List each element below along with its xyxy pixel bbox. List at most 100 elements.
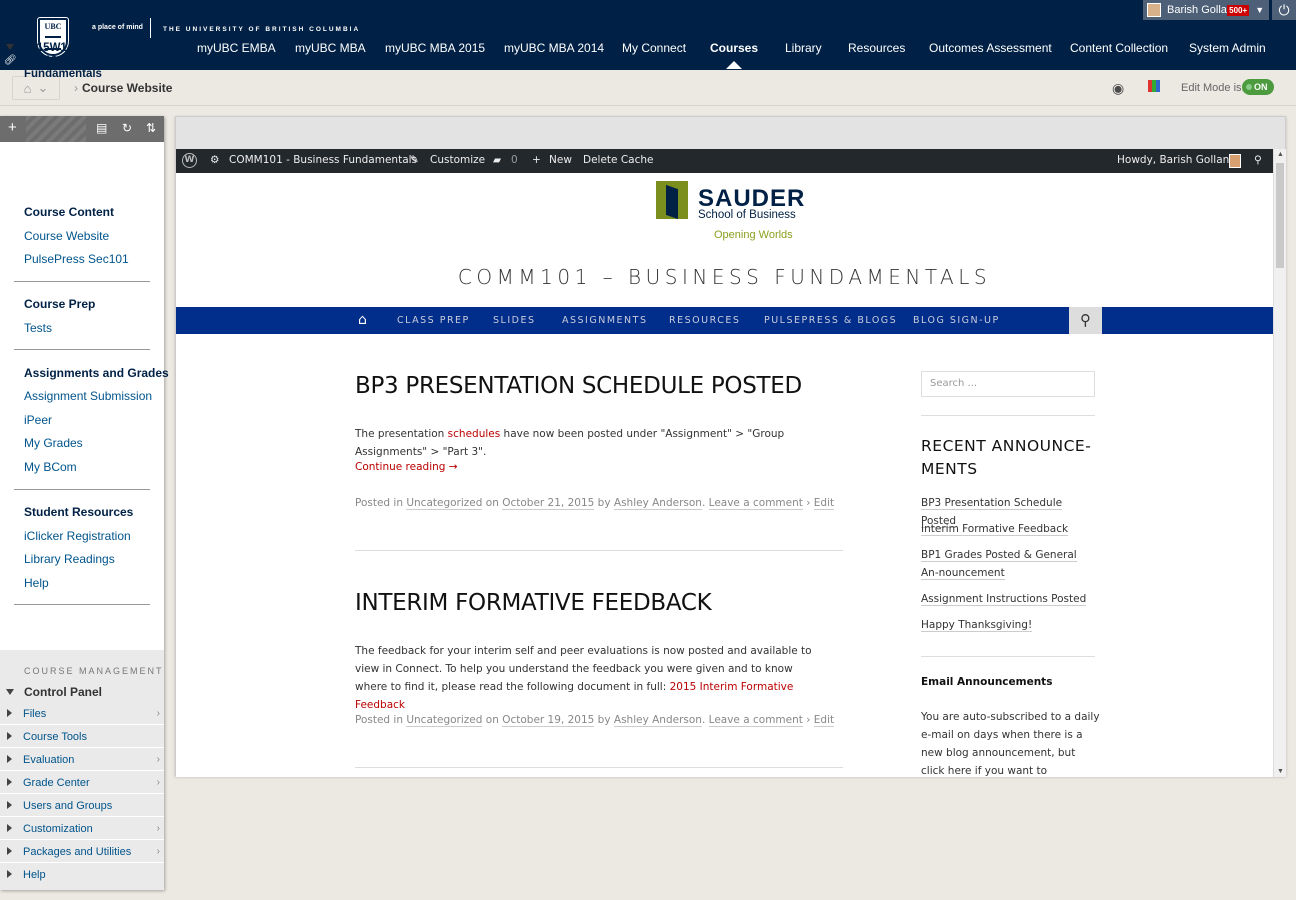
link-icon[interactable]: 🔗︎ <box>4 55 17 66</box>
collapse-arrow-icon[interactable] <box>6 44 14 50</box>
reorder-icon[interactable]: ⇅ <box>146 121 156 135</box>
frame-scrollbar[interactable]: ▲ ▼ <box>1273 149 1286 777</box>
books-icon[interactable] <box>1148 80 1160 92</box>
wp-customize[interactable]: Customize <box>430 154 485 166</box>
leave-comment-link[interactable]: Leave a comment <box>708 497 803 510</box>
nav-myubc-mba[interactable]: myUBC MBA <box>295 41 366 55</box>
site-title[interactable]: COMM101 – BUSINESS FUNDAMENTALS <box>176 265 1273 289</box>
date-link[interactable]: October 21, 2015 <box>502 497 595 510</box>
course-home-icon[interactable]: ⌂ <box>148 41 156 56</box>
wp-site-name[interactable]: COMM101 - Business Fundamentals <box>229 154 417 166</box>
cp-item-evaluation[interactable]: Evaluation › <box>0 749 164 771</box>
scroll-up-icon[interactable]: ▲ <box>1277 151 1284 158</box>
menu-assignments[interactable]: ASSIGNMENTS <box>562 315 647 326</box>
wp-new[interactable]: New <box>549 154 572 166</box>
sidebar-item-my-bcom[interactable]: My BCom <box>24 460 77 474</box>
wordpress-logo-icon[interactable]: W <box>182 153 197 168</box>
sidebar-item-tests[interactable]: Tests <box>24 321 52 335</box>
comment-icon[interactable]: ▰ <box>493 154 501 166</box>
recent-link[interactable]: Happy Thanksgiving! <box>921 616 1096 634</box>
course-title[interactable]: 2015W1-COMM101-Sec101-Business Fundament… <box>24 42 134 81</box>
search-input[interactable]: Search ... <box>921 371 1095 397</box>
chevron-down-icon[interactable]: ▼ <box>1255 5 1264 15</box>
sidebar-item-course-website[interactable]: Course Website <box>24 229 109 243</box>
cp-item-customization[interactable]: Customization › <box>0 818 164 840</box>
notification-badge[interactable]: 500+ <box>1227 4 1250 16</box>
student-preview-icon[interactable]: ◉ <box>1112 80 1124 97</box>
expand-arrow-icon <box>7 801 12 809</box>
sidebar-item-assignment-submission[interactable]: Assignment Submission <box>24 389 152 403</box>
edit-mode-toggle[interactable]: ON <box>1242 79 1274 95</box>
post-meta: Posted in Uncategorized on October 21, 2… <box>355 497 835 510</box>
menu-resources[interactable]: RESOURCES <box>669 315 740 326</box>
sidebar-item-course-content[interactable]: Course Content <box>24 205 114 219</box>
home-icon[interactable]: ⌂ <box>358 312 367 328</box>
scrollbar-thumb[interactable] <box>1276 163 1284 268</box>
email-announcements-text: You are auto-subscribed to a daily e-mai… <box>921 711 1100 777</box>
add-menu-item-icon[interactable]: + <box>8 119 17 136</box>
cp-item-grade-center[interactable]: Grade Center › <box>0 772 164 794</box>
nav-myubc-emba[interactable]: myUBC EMBA <box>197 41 276 55</box>
nav-resources[interactable]: Resources <box>848 41 905 55</box>
category-link[interactable]: Uncategorized <box>406 497 483 510</box>
leave-comment-link[interactable]: Leave a comment <box>708 714 803 727</box>
cp-item-users-groups[interactable]: Users and Groups <box>0 795 164 817</box>
wp-howdy[interactable]: Howdy, Barish Golland <box>1117 154 1236 166</box>
sidebar-item-pulsepress[interactable]: PulsePress Sec101 <box>24 252 129 266</box>
sidebar-item-ipeer[interactable]: iPeer <box>24 413 52 427</box>
scroll-down-icon[interactable]: ▼ <box>1277 768 1284 775</box>
folder-view-icon[interactable]: ▤ <box>96 121 107 135</box>
date-link[interactable]: October 19, 2015 <box>502 714 595 727</box>
cp-item-help[interactable]: Help <box>0 864 164 886</box>
cp-item-course-tools[interactable]: Course Tools <box>0 726 164 748</box>
nav-courses[interactable]: Courses <box>710 41 758 55</box>
search-icon[interactable]: ⚲ <box>1254 154 1262 166</box>
nav-outcomes-assessment[interactable]: Outcomes Assessment <box>929 41 1052 55</box>
recent-link-label: Assignment Instructions Posted <box>921 593 1087 606</box>
nav-content-collection[interactable]: Content Collection <box>1070 41 1168 55</box>
post-title[interactable]: BP3 PRESENTATION SCHEDULE POSTED <box>355 373 802 399</box>
nav-library[interactable]: Library <box>785 41 822 55</box>
sidebar-item-library-readings[interactable]: Library Readings <box>24 552 115 566</box>
post-text: The presentation <box>355 428 448 440</box>
sidebar-item-help[interactable]: Help <box>24 576 49 590</box>
edit-link[interactable]: Edit <box>813 714 835 727</box>
widget-divider <box>921 415 1095 416</box>
user-menu[interactable]: Barish Golland 500+ ▼ <box>1143 0 1269 20</box>
collapse-arrow-icon[interactable] <box>6 689 14 695</box>
sidebar-item-assignments-grades[interactable]: Assignments and Grades <box>24 366 169 380</box>
tagline: a place of mind <box>92 24 143 31</box>
menu-class-prep[interactable]: CLASS PREP <box>397 315 470 326</box>
menu-slides[interactable]: SLIDES <box>493 315 535 326</box>
wp-delete-cache[interactable]: Delete Cache <box>583 154 654 166</box>
control-panel-heading[interactable]: Control Panel <box>24 685 102 699</box>
sauder-logo-mark[interactable] <box>656 181 688 219</box>
sidebar-item-student-resources[interactable]: Student Resources <box>24 505 133 519</box>
cp-item-files[interactable]: Files › <box>0 703 164 725</box>
power-icon[interactable]: ⏻ <box>1272 0 1296 20</box>
schedules-link[interactable]: schedules <box>448 428 501 440</box>
author-link[interactable]: Ashley Anderson <box>613 714 702 727</box>
nav-my-connect[interactable]: My Connect <box>622 41 686 55</box>
sidebar-item-my-grades[interactable]: My Grades <box>24 436 83 450</box>
menu-pulsepress-blogs[interactable]: PULSEPRESS & BLOGS <box>764 315 897 326</box>
sidebar-item-iclicker[interactable]: iClicker Registration <box>24 529 131 543</box>
category-link[interactable]: Uncategorized <box>406 714 483 727</box>
meta-sep: › <box>802 714 814 726</box>
search-icon[interactable]: ⚲ <box>1069 307 1102 334</box>
edit-link[interactable]: Edit <box>813 497 835 510</box>
sidebar-item-course-prep[interactable]: Course Prep <box>24 297 95 311</box>
recent-link[interactable]: Assignment Instructions Posted <box>921 590 1096 608</box>
nav-system-admin[interactable]: System Admin <box>1189 41 1266 55</box>
post-title[interactable]: INTERIM FORMATIVE FEEDBACK <box>355 590 712 616</box>
menu-blog-signup[interactable]: BLOG SIGN-UP <box>913 315 1000 326</box>
cp-item-packages-utilities[interactable]: Packages and Utilities › <box>0 841 164 863</box>
continue-reading-link[interactable]: Continue reading → <box>355 461 458 473</box>
author-link[interactable]: Ashley Anderson <box>613 497 702 510</box>
nav-myubc-mba-2014[interactable]: myUBC MBA 2014 <box>504 41 604 55</box>
recent-link[interactable]: Interim Formative Feedback <box>921 520 1096 538</box>
chevron-right-icon: › <box>156 754 160 765</box>
nav-myubc-mba-2015[interactable]: myUBC MBA 2015 <box>385 41 485 55</box>
recent-link[interactable]: BP1 Grades Posted & General An-nouncemen… <box>921 546 1096 582</box>
refresh-icon[interactable]: ↻ <box>122 121 132 135</box>
